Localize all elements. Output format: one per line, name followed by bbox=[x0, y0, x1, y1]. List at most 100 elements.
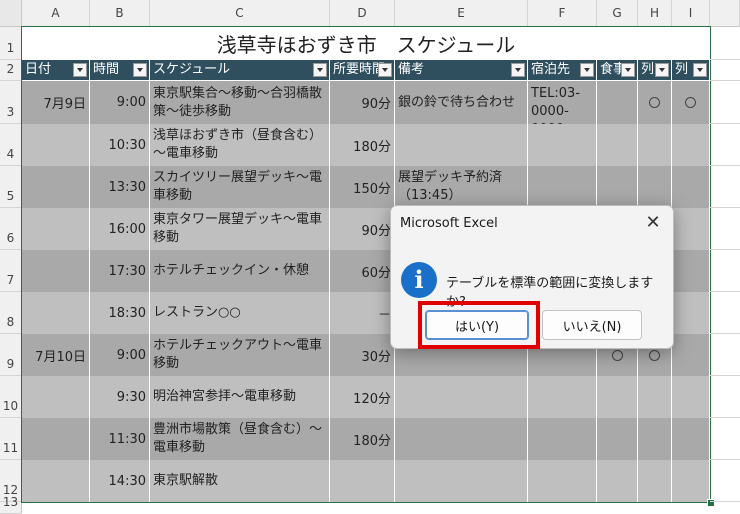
row-header-7[interactable]: 7 bbox=[0, 250, 22, 292]
cell-schedule[interactable]: 東京駅集合～移動～合羽橋散策～徒歩移動 bbox=[150, 81, 330, 124]
cell-date[interactable] bbox=[22, 250, 90, 292]
cell-lodging[interactable]: ホテル TEL:03-0000-0000 bbox=[528, 81, 597, 124]
cell-time[interactable]: 10:30 bbox=[90, 124, 150, 166]
cell-note[interactable] bbox=[395, 376, 528, 418]
cell-h[interactable] bbox=[638, 124, 672, 166]
cell-date[interactable] bbox=[22, 124, 90, 166]
cell-lodging[interactable] bbox=[528, 166, 597, 208]
filter-dropdown-icon[interactable] bbox=[313, 63, 327, 77]
column-header-h[interactable]: H bbox=[638, 0, 672, 27]
cell-i[interactable] bbox=[672, 124, 710, 166]
cell-schedule[interactable]: 東京タワー展望デッキ～電車移動 bbox=[150, 208, 330, 250]
sheet-title[interactable]: 浅草寺ほおずき市 スケジュール bbox=[22, 27, 710, 60]
cell-duration[interactable]: 180分 bbox=[330, 124, 395, 166]
cell-i[interactable] bbox=[672, 208, 710, 250]
filter-dropdown-icon[interactable] bbox=[655, 63, 669, 77]
cell-schedule[interactable]: ホテルチェックイン・休憩 bbox=[150, 250, 330, 292]
select-all-corner[interactable] bbox=[0, 0, 22, 27]
cell-date[interactable] bbox=[22, 208, 90, 250]
column-header-e[interactable]: E bbox=[395, 0, 528, 27]
cell-duration[interactable]: － bbox=[330, 292, 395, 334]
filter-dropdown-icon[interactable] bbox=[580, 63, 594, 77]
cell-note[interactable]: 銀の鈴で待ち合わせ bbox=[395, 81, 528, 124]
cell-i[interactable] bbox=[672, 376, 710, 418]
row-header-6[interactable]: 6 bbox=[0, 208, 22, 250]
header-cell[interactable]: スケジュール bbox=[150, 60, 330, 80]
cell-date[interactable] bbox=[22, 166, 90, 208]
cell-date[interactable] bbox=[22, 292, 90, 334]
header-cell[interactable]: 備考 bbox=[395, 60, 528, 80]
column-header-f[interactable]: F bbox=[528, 0, 597, 27]
column-header-g[interactable]: G bbox=[597, 0, 638, 27]
cell-h[interactable] bbox=[638, 418, 672, 460]
cell-note[interactable] bbox=[395, 124, 528, 166]
cell-g[interactable] bbox=[597, 460, 638, 502]
header-cell[interactable]: 時間 bbox=[90, 60, 150, 80]
column-header-d[interactable]: D bbox=[330, 0, 395, 27]
cell-g[interactable] bbox=[597, 166, 638, 208]
cell-h[interactable] bbox=[638, 81, 672, 124]
row-header-5[interactable]: 5 bbox=[0, 166, 22, 208]
cell-schedule[interactable]: レストラン○○ bbox=[150, 292, 330, 334]
column-header-c[interactable]: C bbox=[150, 0, 330, 27]
cell-time[interactable]: 16:00 bbox=[90, 208, 150, 250]
row-header-11[interactable]: 11 bbox=[0, 418, 22, 460]
cell-i[interactable] bbox=[672, 460, 710, 502]
row-header-4[interactable]: 4 bbox=[0, 124, 22, 166]
cell-h[interactable] bbox=[638, 460, 672, 502]
cell-i[interactable] bbox=[672, 418, 710, 460]
filter-dropdown-icon[interactable] bbox=[621, 63, 635, 77]
row-header-2[interactable]: 2 bbox=[0, 60, 22, 81]
no-button[interactable]: いいえ(N) bbox=[542, 310, 642, 340]
filter-dropdown-icon[interactable] bbox=[73, 63, 87, 77]
cell-g[interactable] bbox=[597, 124, 638, 166]
cell-schedule[interactable]: 東京駅解散 bbox=[150, 460, 330, 502]
cell-duration[interactable]: 90分 bbox=[330, 208, 395, 250]
header-cell[interactable]: 宿泊先 bbox=[528, 60, 597, 80]
cell-lodging[interactable] bbox=[528, 376, 597, 418]
cell-date[interactable] bbox=[22, 376, 90, 418]
cell-duration[interactable]: 90分 bbox=[330, 81, 395, 124]
cell-duration[interactable]: 180分 bbox=[330, 418, 395, 460]
cell-duration[interactable]: 150分 bbox=[330, 166, 395, 208]
column-header-a[interactable]: A bbox=[22, 0, 90, 27]
filter-dropdown-icon[interactable] bbox=[693, 63, 707, 77]
row-header-8[interactable]: 8 bbox=[0, 292, 22, 334]
cell-lodging[interactable] bbox=[528, 418, 597, 460]
cell-i[interactable] bbox=[672, 166, 710, 208]
cell-duration[interactable]: 60分 bbox=[330, 250, 395, 292]
row-header-10[interactable]: 10 bbox=[0, 376, 22, 418]
filter-dropdown-icon[interactable] bbox=[378, 63, 392, 77]
cell-note[interactable] bbox=[395, 460, 528, 502]
cell-g[interactable] bbox=[597, 418, 638, 460]
cell-h[interactable] bbox=[638, 376, 672, 418]
cell-schedule[interactable]: 豊洲市場散策（昼食含む）～電車移動 bbox=[150, 418, 330, 460]
header-cell[interactable]: 日付 bbox=[22, 60, 90, 80]
row-header-3[interactable]: 3 bbox=[0, 81, 22, 124]
cell-date[interactable]: 7月10日 bbox=[22, 334, 90, 376]
cell-time[interactable]: 13:30 bbox=[90, 166, 150, 208]
column-header-i[interactable]: I bbox=[672, 0, 710, 27]
cell-h[interactable] bbox=[638, 166, 672, 208]
cell-i[interactable] bbox=[672, 81, 710, 124]
row-header-13[interactable]: 13 bbox=[0, 495, 22, 514]
cell-time[interactable]: 14:30 bbox=[90, 460, 150, 502]
cell-duration[interactable] bbox=[330, 460, 395, 502]
cell-schedule[interactable]: 明治神宮参拝～電車移動 bbox=[150, 376, 330, 418]
close-icon[interactable]: ✕ bbox=[642, 212, 664, 234]
cell-date[interactable] bbox=[22, 460, 90, 502]
cell-date[interactable]: 7月9日 bbox=[22, 81, 90, 124]
cell-duration[interactable]: 30分 bbox=[330, 334, 395, 376]
cell-g[interactable] bbox=[597, 81, 638, 124]
cell-date[interactable] bbox=[22, 418, 90, 460]
cell-time[interactable]: 11:30 bbox=[90, 418, 150, 460]
cell-lodging[interactable] bbox=[528, 124, 597, 166]
cell-g[interactable] bbox=[597, 376, 638, 418]
row-header-1[interactable]: 1 bbox=[0, 27, 22, 60]
cell-schedule[interactable]: 浅草ほおずき市（昼食含む）～電車移動 bbox=[150, 124, 330, 166]
cell-time[interactable]: 18:30 bbox=[90, 292, 150, 334]
cell-i[interactable] bbox=[672, 250, 710, 292]
cell-note[interactable] bbox=[395, 418, 528, 460]
row-header-9[interactable]: 9 bbox=[0, 334, 22, 376]
cell-lodging[interactable] bbox=[528, 460, 597, 502]
